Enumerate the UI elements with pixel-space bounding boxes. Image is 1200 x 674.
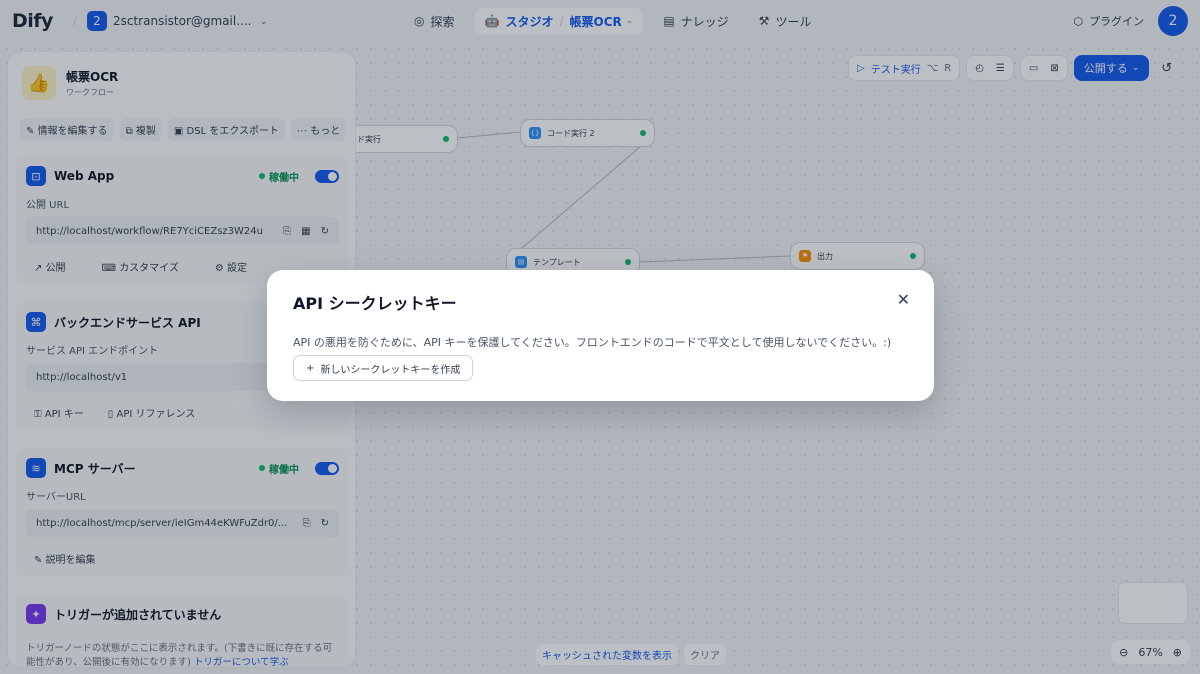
- modal-description: API の悪用を防ぐために、API キーを保護してください。フロントエンドのコー…: [293, 336, 892, 349]
- create-secret-key-label: 新しいシークレットキーを作成: [320, 364, 461, 376]
- close-icon[interactable]: ✕: [897, 290, 910, 309]
- modal-title: API シークレットキー: [293, 294, 457, 313]
- api-secret-key-modal: API シークレットキー ✕ API の悪用を防ぐために、API キーを保護して…: [267, 270, 934, 401]
- plus-icon: +: [306, 362, 315, 374]
- create-secret-key-button[interactable]: + 新しいシークレットキーを作成: [293, 355, 474, 381]
